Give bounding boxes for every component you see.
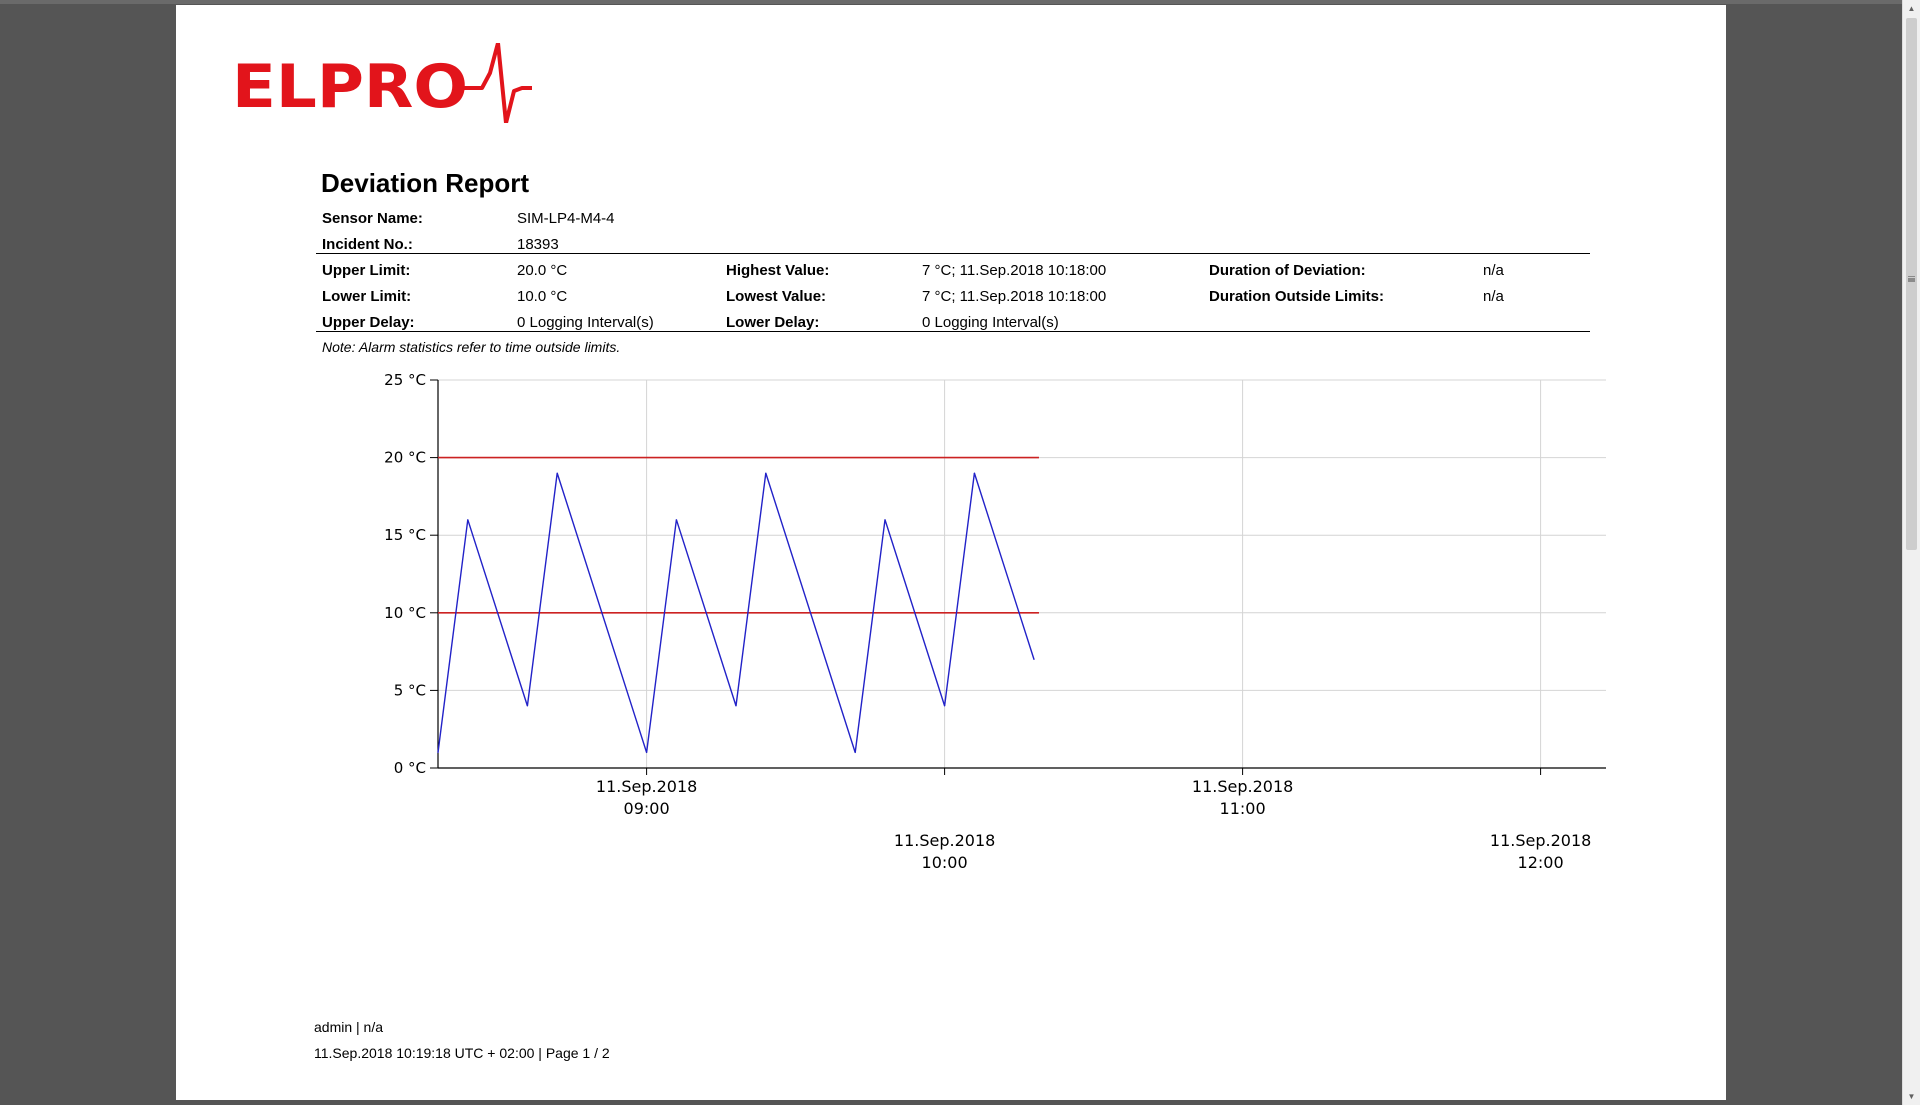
- y-tick-label: 5 °C: [394, 681, 426, 699]
- data-point: [1033, 658, 1035, 660]
- data-point: [556, 472, 558, 474]
- sensor-name-label: Sensor Name:: [322, 210, 423, 227]
- data-point: [765, 472, 767, 474]
- lower-delay-value: 0 Logging Interval(s): [922, 314, 1059, 331]
- footer-print-info: 11.Sep.2018 10:19:18 UTC + 02:00 | Page …: [314, 1045, 610, 1061]
- data-point: [884, 519, 886, 521]
- lower-delay-label: Lower Delay:: [726, 314, 820, 331]
- logo-wordmark: ELPRO: [232, 52, 468, 122]
- x-tick-label-date: 11.Sep.2018: [1490, 831, 1591, 850]
- data-point: [944, 705, 946, 707]
- temperature-chart: 0 °C 5 °C 10 °C 15 °C 20 °C 25 °C 11.Sep.2018 0…: [384, 371, 1606, 872]
- report-page: ELPRO Deviation Report Sensor Name: SIM-…: [176, 5, 1726, 1100]
- lower-limit-value: 10.0 °C: [517, 288, 568, 305]
- scroll-down-icon[interactable]: ▼: [1903, 1088, 1920, 1105]
- page-title: Deviation Report: [321, 168, 530, 198]
- data-point: [973, 472, 976, 474]
- upper-limit-label: Upper Limit:: [322, 262, 411, 279]
- upper-delay-value: 0 Logging Interval(s): [517, 314, 654, 331]
- data-point: [526, 705, 528, 707]
- data-point: [675, 519, 677, 521]
- x-tick-label-time: 11:00: [1220, 799, 1266, 818]
- grip-icon: [1908, 276, 1915, 279]
- lowest-value: 7 °C; 11.Sep.2018 10:18:00: [922, 288, 1107, 305]
- upper-delay-label: Upper Delay:: [322, 314, 415, 331]
- data-point: [735, 705, 737, 707]
- data-point: [854, 751, 856, 754]
- divider-top: [316, 253, 1590, 254]
- duration-outside-value: n/a: [1483, 288, 1504, 305]
- duration-deviation-label: Duration of Deviation:: [1209, 262, 1366, 279]
- data-point: [437, 751, 439, 754]
- incident-value: 18393: [517, 236, 559, 253]
- duration-outside-label: Duration Outside Limits:: [1209, 288, 1385, 305]
- upper-limit-value: 20.0 °C: [517, 262, 568, 279]
- y-tick-label: 25 °C: [384, 371, 426, 389]
- y-tick-label: 0 °C: [394, 759, 426, 777]
- highest-value-label: Highest Value:: [726, 262, 830, 279]
- elpro-logo: ELPRO: [232, 43, 532, 123]
- scroll-thumb[interactable]: [1906, 18, 1917, 550]
- x-tick-label-time: 12:00: [1518, 853, 1564, 872]
- alarm-note: Note: Alarm statistics refer to time out…: [322, 339, 621, 355]
- lower-limit-label: Lower Limit:: [322, 288, 412, 305]
- y-tick-label: 20 °C: [384, 449, 426, 467]
- x-tick-label-date: 11.Sep.2018: [894, 831, 995, 850]
- footer-user: admin | n/a: [314, 1019, 384, 1035]
- incident-label: Incident No.:: [322, 236, 413, 253]
- data-point: [467, 519, 469, 521]
- divider-bottom: [316, 331, 1590, 332]
- y-tick-label: 10 °C: [384, 604, 426, 622]
- heartbeat-icon: [464, 43, 532, 123]
- highest-value: 7 °C; 11.Sep.2018 10:18:00: [922, 262, 1107, 279]
- data-point: [646, 751, 648, 754]
- scroll-up-icon[interactable]: ▲: [1903, 0, 1920, 17]
- window-top-edge: [0, 0, 1920, 4]
- x-tick-label-time: 09:00: [624, 799, 670, 818]
- vertical-scrollbar[interactable]: ▲ ▼: [1902, 0, 1920, 1105]
- x-tick-label-date: 11.Sep.2018: [596, 777, 697, 796]
- x-tick-label-time: 10:00: [922, 853, 968, 872]
- y-tick-label: 15 °C: [384, 526, 426, 544]
- sensor-name-value: SIM-LP4-M4-4: [517, 210, 615, 227]
- lowest-value-label: Lowest Value:: [726, 288, 827, 305]
- x-tick-label-date: 11.Sep.2018: [1192, 777, 1293, 796]
- duration-deviation-value: n/a: [1483, 262, 1504, 279]
